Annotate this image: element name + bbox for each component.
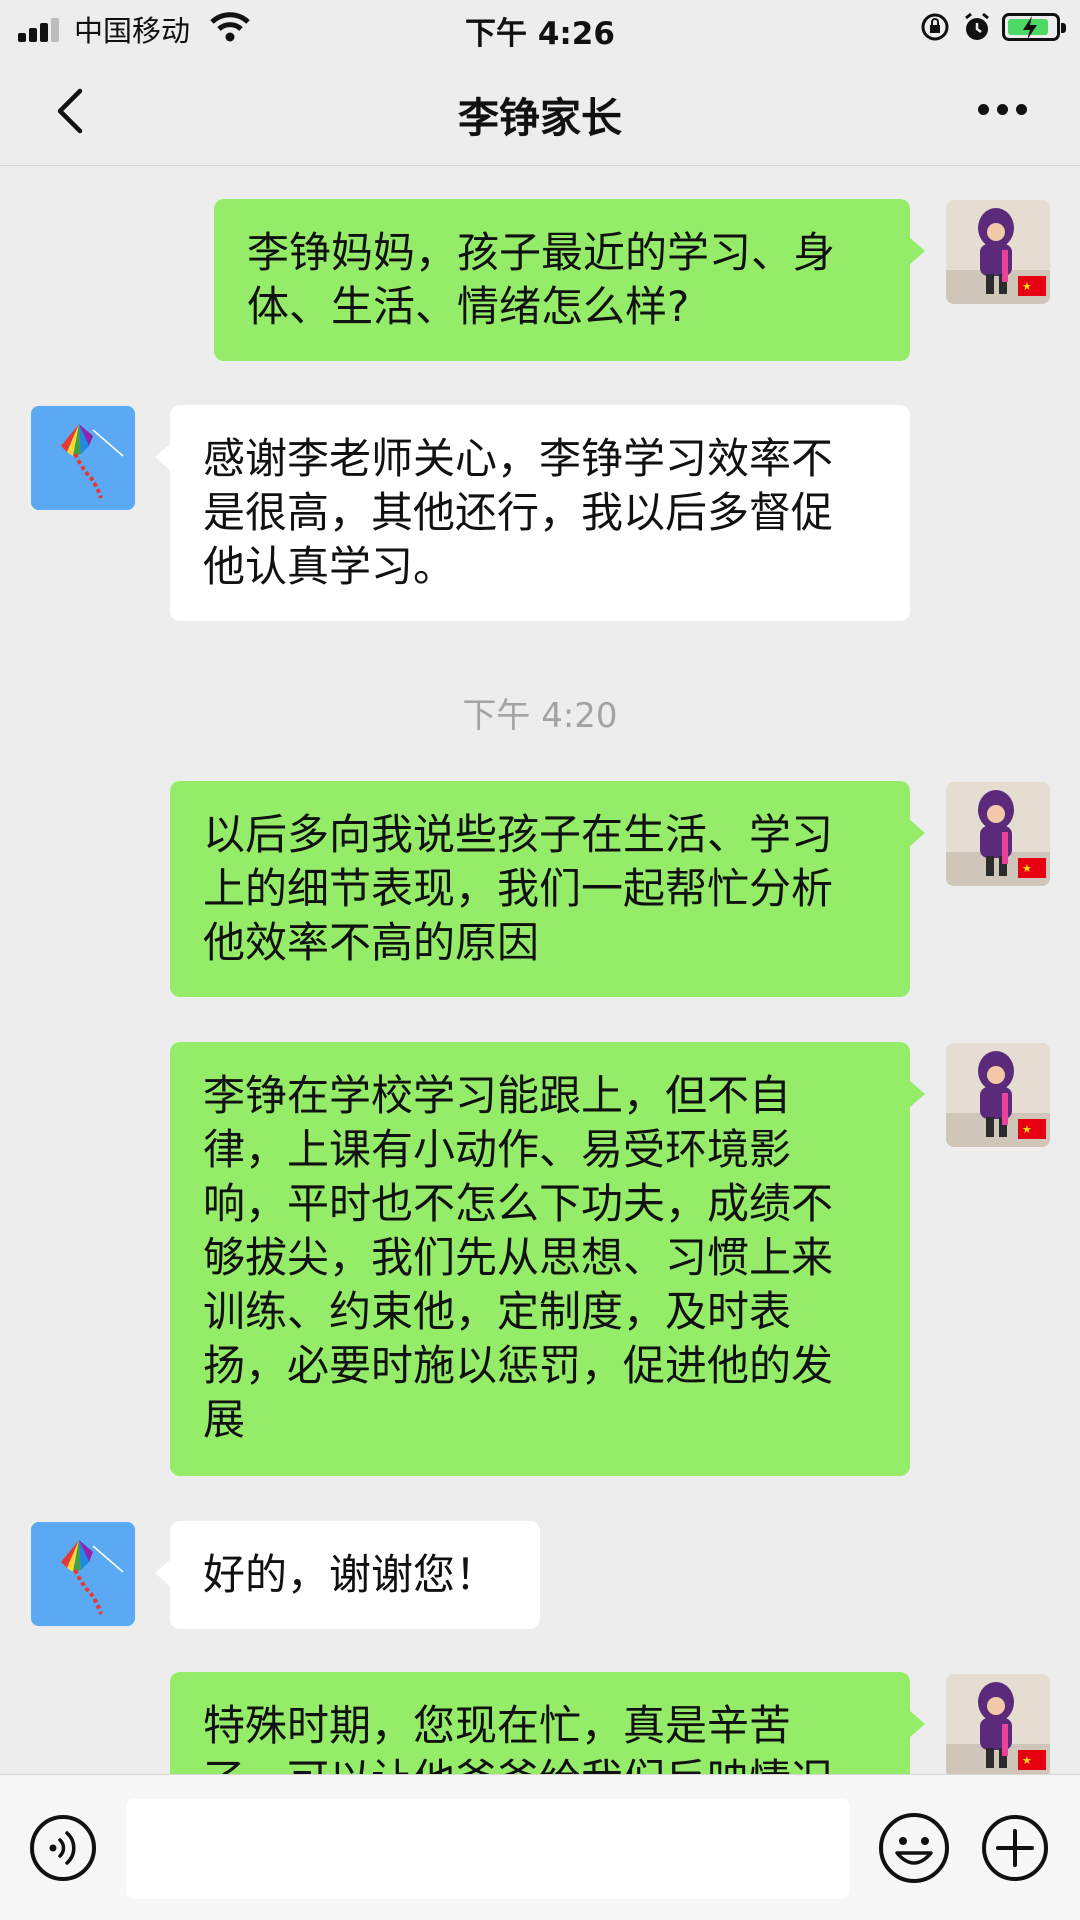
message-bubble[interactable]: 李铮在学校学习能跟上，但不自 律，上课有小动作、易受环境影 响，平时也不怎么下功… [170,1042,925,1476]
message-text: 好的，谢谢您！ [203,1550,498,1599]
battery-icon [1002,13,1066,41]
message-bubble[interactable]: 李铮妈妈，孩子最近的学习、身 体、生活、情绪怎么样? [214,199,925,361]
message-bubble[interactable]: 好的，谢谢您！ [155,1521,540,1629]
message-input[interactable] [126,1799,850,1899]
chat-title: 李铮家长 [458,94,622,142]
svg-text:★: ★ [1022,1123,1032,1136]
my-avatar[interactable]: ★ [946,1674,1050,1778]
rotation-lock-icon [921,13,949,41]
my-avatar[interactable]: ★ [946,782,1050,886]
child-photo-icon: ★ [946,1043,1050,1147]
contact-avatar[interactable] [31,406,135,510]
child-photo-icon: ★ [946,1674,1050,1778]
voice-icon[interactable] [28,1813,98,1883]
status-bar: 中国移动 下午 4:26 [0,0,1080,56]
message-text: 感谢李老师关心，李铮学习效率不 是很高，其他还行，我以后多督促 他认真学习。 [203,434,834,591]
svg-text:★: ★ [1022,1754,1032,1767]
message-text: 李铮在学校学习能跟上，但不自 律，上课有小动作、易受环境影 响，平时也不怎么下功… [203,1071,834,1444]
status-time: 下午 4:26 [465,16,615,52]
message-text: 李铮妈妈，孩子最近的学习、身 体、生活、情绪怎么样? [247,228,836,331]
message-bubble[interactable]: 以后多向我说些孩子在生活、学习 上的细节表现，我们一起帮忙分析 他效率不高的原因 [170,781,925,997]
child-photo-icon: ★ [946,200,1050,304]
svg-text:★: ★ [1022,862,1032,875]
kite-icon [31,1522,135,1626]
svg-text:★: ★ [1022,280,1032,293]
more-icon[interactable] [978,104,1028,116]
message-bubble[interactable]: 感谢李老师关心，李铮学习效率不 是很高，其他还行，我以后多督促 他认真学习。 [155,405,910,621]
message-timestamp: 下午 4:20 [462,696,618,736]
chat-header: 李铮家长 [0,56,1080,166]
my-avatar[interactable]: ★ [946,200,1050,304]
my-avatar[interactable]: ★ [946,1043,1050,1147]
contact-avatar[interactable] [31,1522,135,1626]
emoji-icon[interactable] [877,1811,951,1885]
message-text: 以后多向我说些孩子在生活、学习 上的细节表现，我们一起帮忙分析 他效率不高的原因 [203,810,834,967]
child-photo-icon: ★ [946,782,1050,886]
chat-input-bar [0,1774,1080,1920]
kite-icon [31,406,135,510]
plus-icon[interactable] [980,1813,1050,1883]
alarm-icon [965,12,989,40]
